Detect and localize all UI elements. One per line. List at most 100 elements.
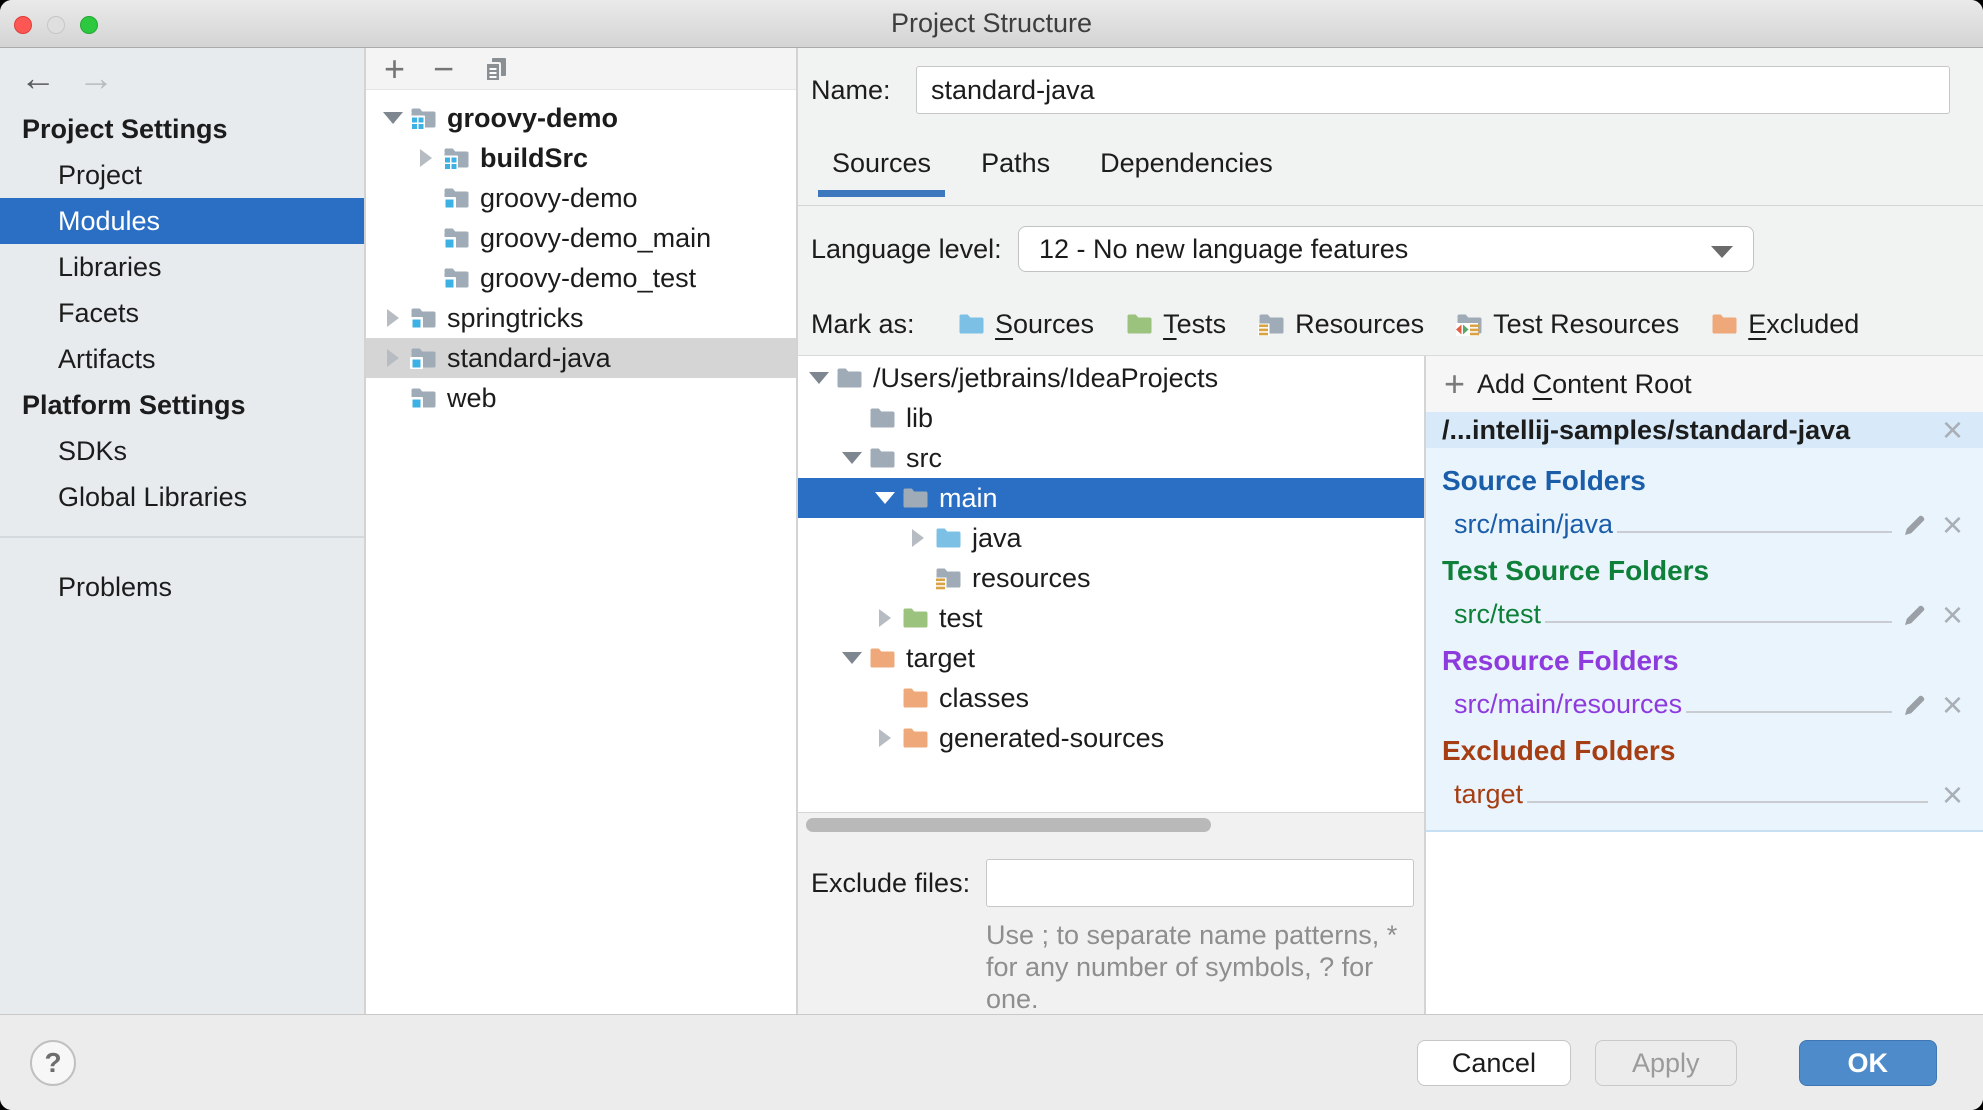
sidebar-item[interactable]: Libraries <box>0 244 364 290</box>
mark-as-option-label: Sources <box>995 308 1095 339</box>
add-content-root-button[interactable]: + Add Content Root <box>1426 356 1983 412</box>
expand-arrow[interactable] <box>837 438 867 478</box>
file-tree-row[interactable]: resources <box>798 558 1424 598</box>
sidebar-item[interactable]: Global Libraries <box>0 474 364 520</box>
remove-folder-icon[interactable]: × <box>1938 507 1967 543</box>
expand-arrow[interactable] <box>837 398 867 438</box>
mark-as-option[interactable]: Test Resources <box>1454 309 1679 340</box>
tab[interactable]: Paths <box>967 148 1064 197</box>
remove-folder-icon[interactable]: × <box>1938 687 1967 723</box>
tab[interactable]: Dependencies <box>1086 148 1287 197</box>
horizontal-scrollbar[interactable] <box>798 813 1424 837</box>
mark-as-row: Mark as: Sources Tests Resources Test Re… <box>811 302 1859 346</box>
folder-group-heading: Source Folders <box>1442 465 1646 496</box>
expand-arrow[interactable] <box>378 98 408 138</box>
folder-name: src <box>906 442 942 473</box>
expand-arrow[interactable] <box>903 518 933 558</box>
close-window-button[interactable] <box>14 16 32 34</box>
mark-as-option[interactable]: Excluded <box>1709 309 1859 340</box>
file-tree-row[interactable]: test <box>798 598 1424 638</box>
folder-gray-icon <box>869 406 896 430</box>
expand-arrow[interactable] <box>411 258 441 298</box>
path-underline <box>1545 621 1892 623</box>
file-tree-row[interactable]: target <box>798 638 1424 678</box>
forward-icon: → <box>78 57 114 98</box>
zoom-window-button[interactable] <box>80 16 98 34</box>
expand-arrow[interactable] <box>378 378 408 418</box>
sidebar-item[interactable]: Project Settings <box>0 106 364 152</box>
expand-arrow[interactable] <box>804 358 834 398</box>
expand-arrow[interactable] <box>903 558 933 598</box>
folder-name: lib <box>906 402 934 433</box>
expand-arrow[interactable] <box>870 718 900 758</box>
expand-arrow[interactable] <box>411 218 441 258</box>
modules-tree: groovy-demo buildSrc groovy-demo groovy-… <box>366 90 796 418</box>
expand-arrow[interactable] <box>870 478 900 518</box>
file-tree-row[interactable]: java <box>798 518 1424 558</box>
mark-as-option[interactable]: Resources <box>1256 309 1424 340</box>
module-tree-row[interactable]: groovy-demo_main <box>366 218 796 258</box>
content-root-header[interactable]: /...intellij-samples/standard-java × <box>1426 412 1983 448</box>
folder-path: src/test <box>1454 599 1542 629</box>
mark-as-option[interactable]: Sources <box>956 309 1094 340</box>
sidebar-item[interactable] <box>0 536 364 538</box>
copy-module-icon[interactable] <box>482 55 510 83</box>
module-tree-row[interactable]: groovy-demo <box>366 178 796 218</box>
language-level-select[interactable]: 12 - No new language features <box>1018 226 1754 272</box>
help-button[interactable]: ? <box>30 1040 76 1086</box>
exclude-files-input[interactable] <box>986 859 1414 907</box>
chevron-down-icon <box>1711 246 1733 258</box>
expand-arrow[interactable] <box>378 298 408 338</box>
file-tree-row[interactable]: generated-sources <box>798 718 1424 758</box>
file-tree-row[interactable]: main <box>798 478 1424 518</box>
ok-button[interactable]: OK <box>1798 1040 1937 1086</box>
expand-arrow[interactable] <box>837 638 867 678</box>
path-underline <box>1686 711 1892 713</box>
folder-orange-icon <box>902 686 929 710</box>
sources-lower-area: /Users/jetbrains/IdeaProjects lib src ma… <box>798 355 1983 1014</box>
title-bar[interactable]: Project Structure <box>0 0 1983 48</box>
file-tree-row[interactable]: /Users/jetbrains/IdeaProjects <box>798 358 1424 398</box>
expand-arrow[interactable] <box>378 338 408 378</box>
folder-blue-icon <box>958 312 985 336</box>
modules-panel: + − groovy-demo buildSrc groovy-demo gro… <box>366 48 798 1014</box>
sidebar-item[interactable]: Platform Settings <box>0 382 364 428</box>
module-name-input[interactable] <box>916 66 1950 114</box>
edit-icon[interactable] <box>1902 692 1928 718</box>
remove-content-root-icon[interactable]: × <box>1938 412 1967 448</box>
sidebar-item[interactable]: Modules <box>0 198 364 244</box>
mark-as-option[interactable]: Tests <box>1124 309 1226 340</box>
module-tree-row[interactable]: springtricks <box>366 298 796 338</box>
folder-path-row: src/main/resources × <box>1442 682 1967 723</box>
back-icon[interactable]: ← <box>20 60 56 96</box>
scrollbar-thumb[interactable] <box>806 818 1211 832</box>
tab[interactable]: Sources <box>818 148 946 197</box>
module-tree-row[interactable]: web <box>366 378 796 418</box>
cancel-button[interactable]: Cancel <box>1416 1040 1571 1086</box>
sidebar-item[interactable]: Problems <box>0 564 364 610</box>
file-tree-row[interactable]: classes <box>798 678 1424 718</box>
edit-icon[interactable] <box>1902 602 1928 628</box>
file-tree-row[interactable]: src <box>798 438 1424 478</box>
expand-arrow[interactable] <box>870 678 900 718</box>
module-tree-row[interactable]: standard-java <box>366 338 796 378</box>
module-tree-row[interactable]: buildSrc <box>366 138 796 178</box>
module-tree-row[interactable]: groovy-demo <box>366 98 796 138</box>
expand-arrow[interactable] <box>411 178 441 218</box>
remove-module-icon[interactable]: − <box>433 50 454 86</box>
sidebar-item[interactable]: Facets <box>0 290 364 336</box>
sidebar-item[interactable]: Artifacts <box>0 336 364 382</box>
content-tree-column: /Users/jetbrains/IdeaProjects lib src ma… <box>798 356 1424 1014</box>
remove-folder-icon[interactable]: × <box>1938 777 1967 813</box>
sidebar-item[interactable]: SDKs <box>0 428 364 474</box>
tab-label: Paths <box>981 148 1051 178</box>
sidebar-item[interactable]: Project <box>0 152 364 198</box>
apply-button[interactable]: Apply <box>1594 1040 1737 1086</box>
module-tree-row[interactable]: groovy-demo_test <box>366 258 796 298</box>
add-module-icon[interactable]: + <box>384 50 405 86</box>
expand-arrow[interactable] <box>870 598 900 638</box>
expand-arrow[interactable] <box>411 138 441 178</box>
remove-folder-icon[interactable]: × <box>1938 597 1967 633</box>
file-tree-row[interactable]: lib <box>798 398 1424 438</box>
edit-icon[interactable] <box>1902 512 1928 538</box>
